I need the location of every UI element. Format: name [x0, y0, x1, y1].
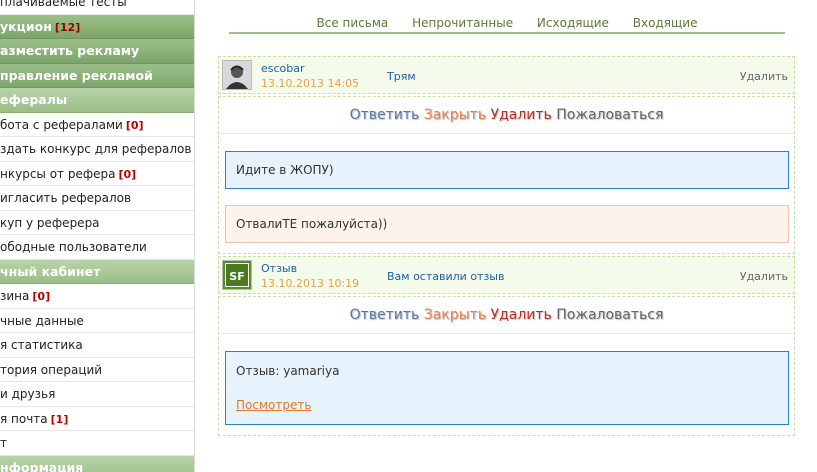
- sidebar-item-referrer-contests[interactable]: нкурсы от рефера [0]: [0, 161, 194, 186]
- report-button[interactable]: Пожаловаться: [556, 107, 663, 123]
- sidebar-item-referral-work[interactable]: бота с рефералами [0]: [0, 112, 194, 137]
- sidebar-item-friends[interactable]: и друзья: [0, 382, 194, 407]
- review-bubble: Отзыв: yamariya Посмотреть: [225, 351, 789, 425]
- sidebar-item-personal-data[interactable]: чные данные: [0, 308, 194, 333]
- sidebar-menu: плачиваемые тесты укцион [12] азместить р…: [0, 0, 195, 472]
- tab-all-mail[interactable]: Все письма: [317, 14, 389, 32]
- sidebar-section-info[interactable]: нформация: [0, 455, 194, 472]
- sidebar-item-other[interactable]: т: [0, 431, 194, 456]
- sf-logo-icon: SF: [223, 261, 251, 289]
- message-subject[interactable]: Вам оставили отзыв: [387, 270, 504, 283]
- referral-count-badge: [0]: [125, 118, 144, 132]
- sidebar-item-cart[interactable]: зина [0]: [0, 284, 194, 309]
- sidebar-section-referrals[interactable]: ефералы: [0, 88, 194, 113]
- message-date: 13.10.2013 14:05: [261, 77, 360, 90]
- reply-text: Идите в ЖОПУ): [236, 163, 334, 177]
- reply-button[interactable]: Ответить: [350, 307, 420, 323]
- sidebar-list: плачиваемые тесты укцион [12] азместить р…: [0, 0, 194, 472]
- tab-unread[interactable]: Непрочитанные: [412, 14, 513, 32]
- delete-button[interactable]: Удалить: [491, 107, 552, 123]
- svg-text:SF: SF: [229, 270, 244, 283]
- tab-incoming[interactable]: Входящие: [633, 14, 698, 32]
- view-review-link[interactable]: Посмотреть: [236, 398, 311, 412]
- message-header: escobar 13.10.2013 14:05 Трям Удалить: [218, 56, 795, 94]
- original-bubble: ОтвалиТЕ пожалуйста)): [225, 205, 789, 243]
- reply-bubble: Идите в ЖОПУ): [225, 151, 789, 189]
- sidebar-item-manage-ads[interactable]: правление рекламой: [0, 63, 194, 88]
- tab-outgoing[interactable]: Исходящие: [537, 14, 609, 32]
- reply-button[interactable]: Ответить: [350, 107, 420, 123]
- sidebar-item-paid-tests[interactable]: плачиваемые тесты: [0, 0, 194, 15]
- delete-message-link[interactable]: Удалить: [740, 70, 788, 83]
- report-button[interactable]: Пожаловаться: [556, 307, 663, 323]
- sidebar-item-history[interactable]: тория операций: [0, 357, 194, 382]
- sidebar-item-place-ad[interactable]: азместить рекламу: [0, 39, 194, 64]
- message-actions: Ответить Закрыть Удалить Пожаловаться: [220, 97, 793, 134]
- delete-message-link[interactable]: Удалить: [740, 270, 788, 283]
- message-header: SF Отзыв 13.10.2013 10:19 Вам оставили о…: [218, 256, 795, 294]
- close-button[interactable]: Закрыть: [424, 107, 486, 123]
- sidebar-item-free-users[interactable]: ободные пользователи: [0, 235, 194, 260]
- message-sender[interactable]: escobar: [261, 62, 305, 75]
- mail-tabs: Все письма Непрочитанные Исходящие Входя…: [229, 14, 785, 34]
- contests-count-badge: [0]: [118, 167, 137, 181]
- sidebar-item-statistics[interactable]: я статистика: [0, 333, 194, 358]
- message-subject[interactable]: Трям: [387, 70, 416, 83]
- message-body: Ответить Закрыть Удалить Пожаловаться От…: [218, 296, 795, 436]
- close-button[interactable]: Закрыть: [424, 307, 486, 323]
- avatar[interactable]: [222, 60, 252, 90]
- sidebar-item-buyout[interactable]: куп у реферера: [0, 210, 194, 235]
- sidebar-item-create-contest[interactable]: здать конкурс для рефералов: [0, 137, 194, 162]
- sidebar-item-auction[interactable]: укцион [12]: [0, 14, 194, 39]
- message-actions: Ответить Закрыть Удалить Пожаловаться: [220, 297, 793, 334]
- message-sender[interactable]: Отзыв: [261, 262, 297, 275]
- sidebar-section-cabinet[interactable]: чный кабинет: [0, 259, 194, 284]
- cart-count-badge: [0]: [32, 290, 51, 303]
- delete-button[interactable]: Удалить: [491, 307, 552, 323]
- sidebar-item-invite-referrals[interactable]: игласить рефералов: [0, 186, 194, 211]
- sidebar-item-mail[interactable]: я почта [1]: [0, 406, 194, 431]
- mail-count-badge: [1]: [50, 412, 69, 426]
- original-text: ОтвалиТЕ пожалуйста)): [236, 217, 388, 231]
- review-text: Отзыв: yamariya: [236, 364, 340, 378]
- message-date: 13.10.2013 10:19: [261, 277, 360, 290]
- avatar[interactable]: SF: [222, 260, 252, 290]
- user-photo-icon: [223, 61, 251, 89]
- message-body: Ответить Закрыть Удалить Пожаловаться Ид…: [218, 96, 795, 254]
- auction-count-badge: [12]: [54, 20, 81, 34]
